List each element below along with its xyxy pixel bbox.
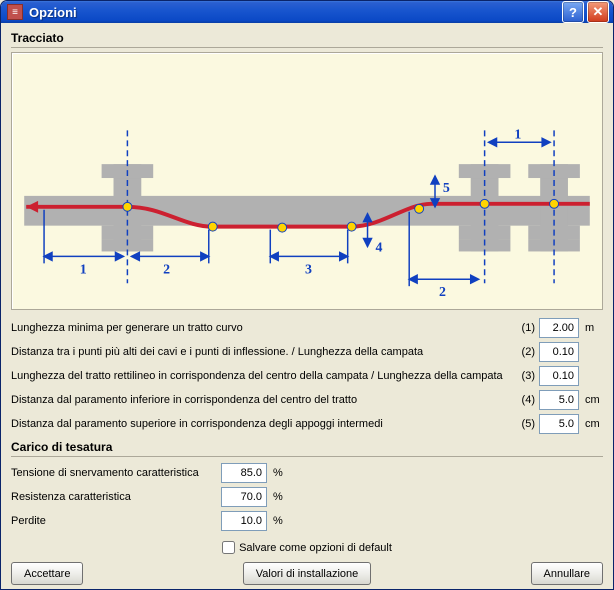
- save-default-row: Salvare come opzioni di default: [11, 533, 603, 558]
- save-default-checkbox[interactable]: [222, 541, 235, 554]
- param-label: Distanza dal paramento inferiore in corr…: [11, 394, 517, 406]
- dim-label: 4: [375, 240, 382, 255]
- param-input[interactable]: [221, 487, 267, 507]
- dim-label: 1: [80, 262, 87, 277]
- param-input[interactable]: [539, 414, 579, 434]
- param-input[interactable]: [539, 390, 579, 410]
- param-label: Perdite: [11, 515, 221, 527]
- param-unit: cm: [579, 418, 603, 430]
- content: Tracciato: [1, 23, 613, 590]
- param-unit: m: [579, 322, 603, 334]
- titlebar: ≡ Opzioni ? ✕: [1, 1, 613, 23]
- param-input[interactable]: [539, 318, 579, 338]
- param-label: Resistenza caratteristica: [11, 491, 221, 503]
- tracciato-params: Lunghezza minima per generare un tratto …: [11, 316, 603, 436]
- install-values-button[interactable]: Valori di installazione: [243, 562, 372, 585]
- section-header-tracciato: Tracciato: [11, 27, 603, 48]
- tesatura-params: Tensione di snervamento caratteristica %…: [11, 461, 603, 533]
- param-row: Distanza dal paramento superiore in corr…: [11, 412, 603, 436]
- accept-button[interactable]: Accettare: [11, 562, 83, 585]
- window: ≡ Opzioni ? ✕ Tracciato: [0, 0, 614, 590]
- window-title: Opzioni: [29, 5, 562, 20]
- param-label: Distanza tra i punti più alti dei cavi e…: [11, 346, 517, 358]
- param-unit: %: [267, 467, 291, 479]
- param-input[interactable]: [539, 366, 579, 386]
- param-row: Distanza tra i punti più alti dei cavi e…: [11, 340, 603, 364]
- param-input[interactable]: [539, 342, 579, 362]
- close-button[interactable]: ✕: [587, 1, 609, 23]
- dim-label: 2: [439, 285, 446, 300]
- param-idx: (2): [517, 346, 539, 358]
- app-icon: ≡: [7, 4, 23, 20]
- diagram-svg: 1 2 3 4: [12, 53, 602, 309]
- param-row: Resistenza caratteristica %: [11, 485, 603, 509]
- dim-label: 2: [163, 262, 170, 277]
- cancel-button[interactable]: Annullare: [531, 562, 603, 585]
- param-idx: (5): [517, 418, 539, 430]
- param-row: Distanza dal paramento inferiore in corr…: [11, 388, 603, 412]
- param-row: Lunghezza minima per generare un tratto …: [11, 316, 603, 340]
- param-unit: %: [267, 491, 291, 503]
- param-row: Lunghezza del tratto rettilineo in corri…: [11, 364, 603, 388]
- param-idx: (3): [517, 370, 539, 382]
- param-row: Tensione di snervamento caratteristica %: [11, 461, 603, 485]
- param-label: Lunghezza del tratto rettilineo in corri…: [11, 370, 517, 382]
- dim-label: 1: [514, 127, 521, 142]
- param-input[interactable]: [221, 511, 267, 531]
- save-default-label: Salvare come opzioni di default: [239, 542, 392, 554]
- param-idx: (1): [517, 322, 539, 334]
- beam-rect: [24, 196, 590, 226]
- diagram: 1 2 3 4: [11, 52, 603, 310]
- param-row: Perdite %: [11, 509, 603, 533]
- dim-label: 5: [443, 181, 450, 196]
- param-label: Tensione di snervamento caratteristica: [11, 467, 221, 479]
- param-unit: cm: [579, 394, 603, 406]
- param-label: Lunghezza minima per generare un tratto …: [11, 322, 517, 334]
- section-header-tesatura: Carico di tesatura: [11, 436, 603, 457]
- param-idx: (4): [517, 394, 539, 406]
- param-input[interactable]: [221, 463, 267, 483]
- param-label: Distanza dal paramento superiore in corr…: [11, 418, 517, 430]
- titlebar-buttons: ? ✕: [562, 1, 609, 23]
- button-row: Accettare Valori di installazione Annull…: [11, 558, 603, 585]
- param-unit: %: [267, 515, 291, 527]
- dim-label: 3: [305, 262, 312, 277]
- help-button[interactable]: ?: [562, 1, 584, 23]
